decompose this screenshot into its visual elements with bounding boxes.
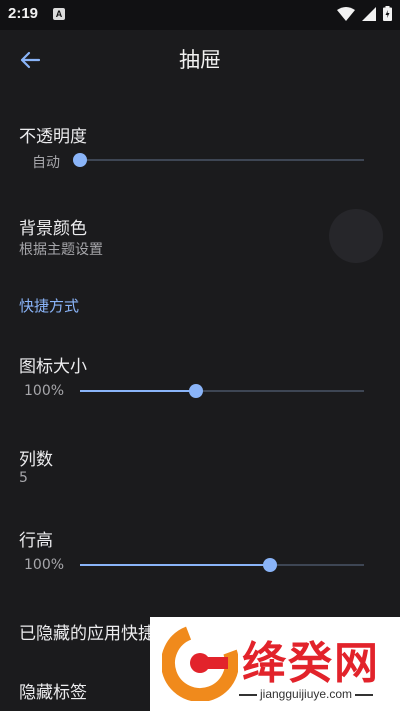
background-color-row[interactable]: [0, 200, 400, 272]
slider-thumb[interactable]: [263, 558, 278, 572]
icon-size-title: 图标大小: [19, 357, 87, 377]
watermark-url: jiangguijiuye.com: [260, 687, 353, 701]
opacity-slider[interactable]: [73, 153, 364, 167]
slider-fill: [80, 390, 197, 392]
columns-row[interactable]: [0, 435, 400, 495]
shortcuts-section-header: 快捷方式: [19, 297, 80, 315]
hide-labels-title[interactable]: 隐藏标签: [19, 678, 87, 703]
slider-thumb[interactable]: [189, 384, 204, 398]
status-icons: [337, 6, 392, 21]
notification-icon: A: [53, 8, 65, 20]
watermark-logo-icon: [162, 625, 238, 701]
opacity-value-label: 自动: [32, 155, 60, 171]
icon-size-slider[interactable]: [80, 384, 364, 398]
row-height-slider[interactable]: [80, 558, 364, 572]
watermark-url-row: jiangguijiuye.com: [236, 687, 376, 701]
page-title: 抽屉: [179, 48, 221, 72]
wifi-icon: [337, 6, 355, 21]
status-bar: 2:19 A: [0, 0, 400, 30]
watermark: 绛癸网 jiangguijiuye.com: [150, 617, 400, 711]
status-time: 2:19: [8, 5, 39, 22]
slider-fill: [80, 564, 271, 566]
row-height-title: 行高: [19, 531, 53, 551]
signal-icon: [362, 6, 376, 21]
icon-size-value-label: 100%: [24, 383, 65, 399]
watermark-brand: 绛癸网: [242, 638, 380, 689]
opacity-title: 不透明度: [19, 127, 87, 147]
app-bar: 抽屉: [0, 30, 400, 86]
row-height-value-label: 100%: [24, 557, 65, 573]
slider-thumb[interactable]: [73, 153, 87, 167]
battery-icon: [383, 6, 392, 21]
